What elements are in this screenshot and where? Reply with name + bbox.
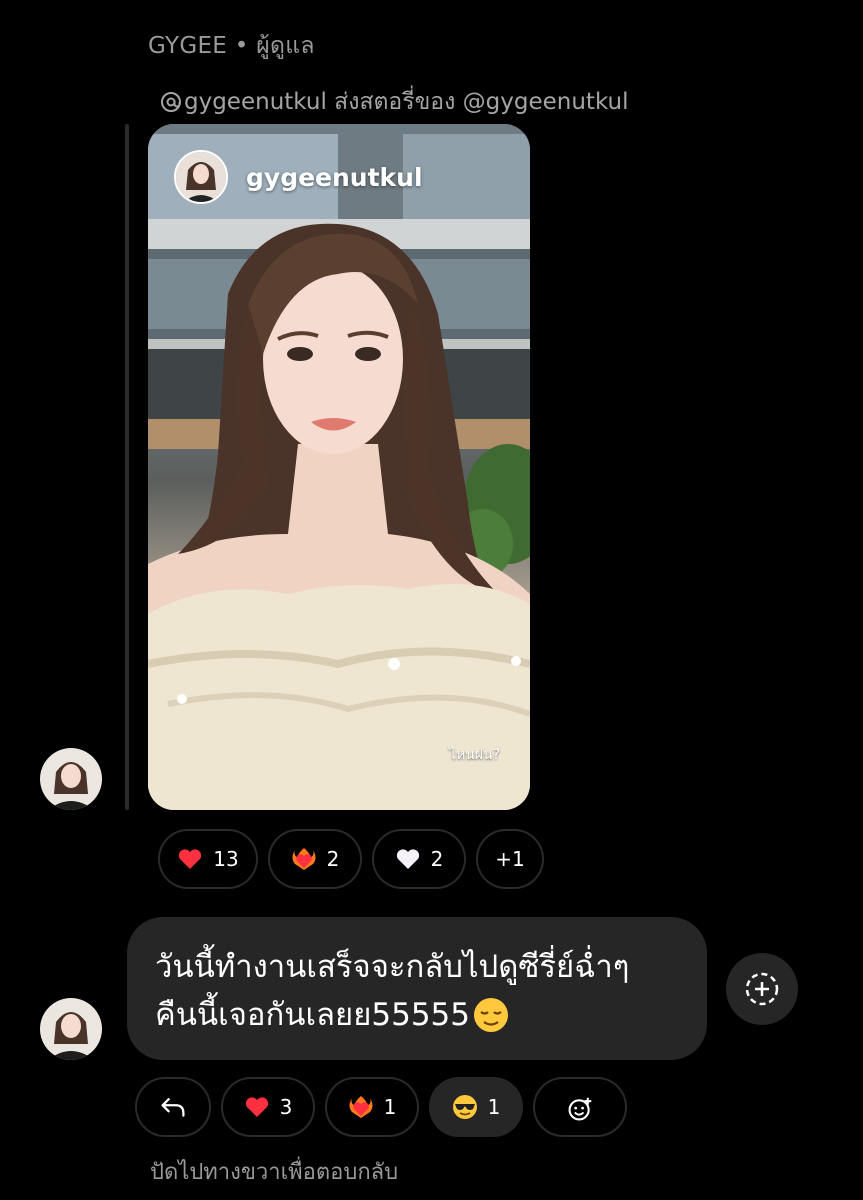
avatar[interactable] <box>40 748 102 810</box>
heart-on-fire-icon <box>348 1094 374 1120</box>
heart-red-icon <box>177 846 203 872</box>
reaction-count: 1 <box>487 1095 501 1119</box>
reaction-heart-on-fire[interactable]: 2 <box>268 829 362 889</box>
reaction-heart[interactable]: 3 <box>221 1077 315 1137</box>
add-circle-icon <box>743 970 781 1008</box>
story-reactions: 13 2 2 +1 <box>158 829 544 889</box>
heart-red-icon <box>244 1094 270 1120</box>
story-photo <box>148 124 530 810</box>
reaction-count: 1 <box>383 1095 397 1119</box>
add-to-story-button[interactable] <box>726 953 798 1025</box>
reaction-count: 2 <box>326 847 340 871</box>
sunglasses-face-icon <box>452 1094 478 1120</box>
story-avatar <box>174 150 228 204</box>
add-reaction-icon <box>567 1094 593 1121</box>
add-reaction-button[interactable] <box>533 1077 627 1137</box>
reaction-sunglasses[interactable]: 1 <box>429 1077 523 1137</box>
reaction-count: 2 <box>430 847 444 871</box>
quote-bar <box>125 124 129 810</box>
message-reactions: 3 1 1 <box>135 1077 627 1137</box>
message-bubble[interactable]: วันนี้ทำงานเสร็จจะกลับไปดูซีรี่ย์ฉ่ำๆ คื… <box>127 917 707 1060</box>
at-sign-icon <box>160 91 182 113</box>
more-reactions-button[interactable]: +1 <box>476 829 544 889</box>
story-share-label: gygeenutkul ส่งสตอรี่ของ @gygeenutkul <box>160 84 629 120</box>
reply-icon <box>160 1094 186 1120</box>
sender-name: GYGEE • ผู้ดูแล <box>148 33 315 59</box>
relieved-face-icon <box>472 996 510 1034</box>
story-caption: ไหนฝน? <box>448 747 500 763</box>
message-line-2: คืนนี้เจอกันเลยย55555 <box>155 997 470 1033</box>
reaction-count: 13 <box>213 847 239 871</box>
share-line-text: gygeenutkul ส่งสตอรี่ของ @gygeenutkul <box>184 89 629 115</box>
heart-white-icon <box>395 846 421 872</box>
swipe-to-reply-hint: ปัดไปทางขวาเพื่อตอบกลับ <box>150 1160 399 1185</box>
reaction-count: 3 <box>279 1095 293 1119</box>
shared-story-card[interactable]: gygeenutkul ไหนฝน? <box>148 124 530 810</box>
reaction-count: +1 <box>495 847 525 871</box>
reaction-heart[interactable]: 13 <box>158 829 258 889</box>
reply-button[interactable] <box>135 1077 211 1137</box>
story-user[interactable]: gygeenutkul <box>174 150 423 204</box>
avatar[interactable] <box>40 998 102 1060</box>
reaction-white-heart[interactable]: 2 <box>372 829 466 889</box>
heart-on-fire-icon <box>291 846 317 872</box>
reaction-heart-on-fire[interactable]: 1 <box>325 1077 419 1137</box>
message-line-1: วันนี้ทำงานเสร็จจะกลับไปดูซีรี่ย์ฉ่ำๆ <box>155 949 630 985</box>
story-username: gygeenutkul <box>246 162 423 192</box>
